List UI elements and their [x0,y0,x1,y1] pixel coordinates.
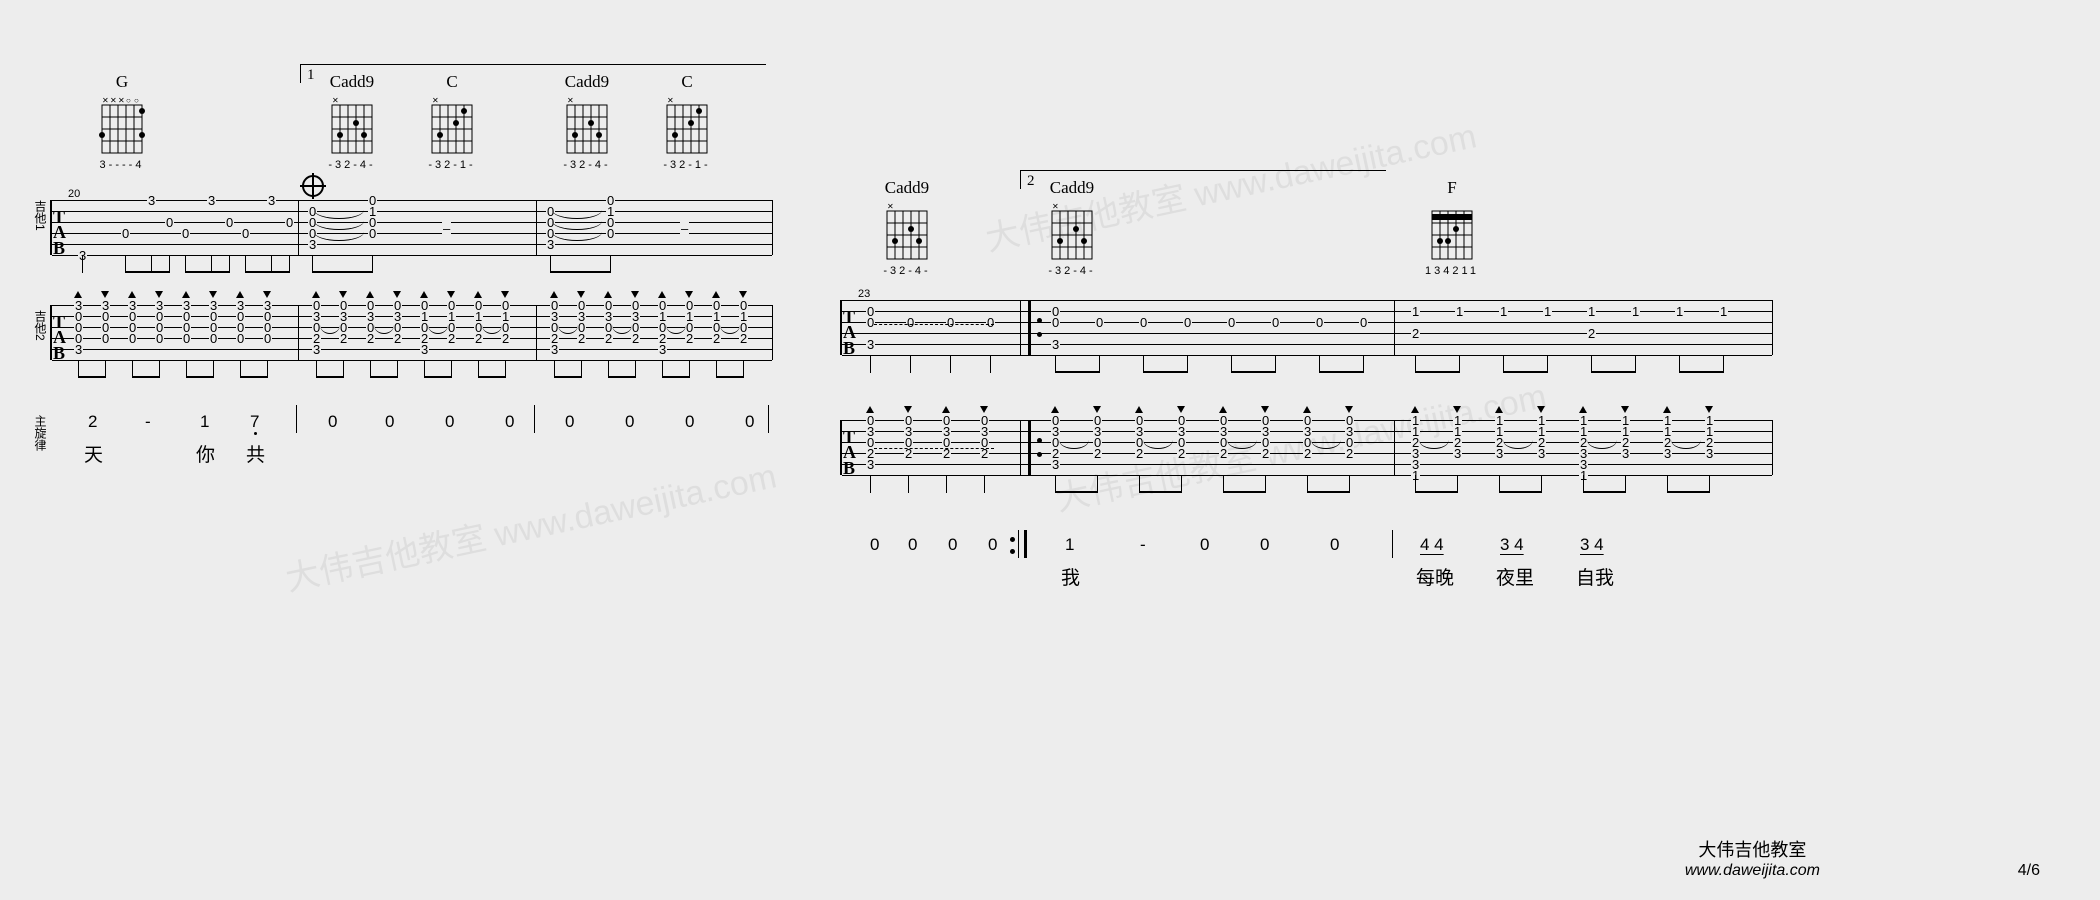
svg-text:✕: ✕ [887,202,894,211]
svg-text:✕: ✕ [102,96,109,105]
tab-staff-g1 [50,200,773,255]
chord-grid-icon: ✕✕✕○○ [96,95,148,157]
mel-barline [296,405,297,433]
chord-Cadd9: Cadd9✕-32-4- [320,72,384,171]
measure-number: 20 [68,188,80,200]
chord-grid-icon [1426,201,1478,263]
svg-text:✕: ✕ [332,96,339,105]
svg-text:✕: ✕ [110,96,117,105]
chord-Cadd9: Cadd9✕-32-4- [1040,178,1104,277]
chord-G: G ✕✕✕○○ 3----4 [90,72,154,171]
svg-text:○: ○ [126,96,131,105]
chord-grid-icon: ✕ [326,95,378,157]
svg-text:✕: ✕ [118,96,125,105]
svg-text:○: ○ [134,96,139,105]
tab-clef-icon: TAB [53,315,66,361]
mel-barline [1018,530,1019,558]
track-label-g1: 吉他1 [32,200,49,231]
chord-grid-icon: ✕ [1046,201,1098,263]
chord-Cadd9: Cadd9✕-32-4- [875,178,939,277]
chord-F: F134211 [1420,178,1484,277]
chord-C: C✕-32-1- [655,72,719,171]
chord-C: C✕-32-1- [420,72,484,171]
mel-barline [1392,530,1393,558]
chord-grid-icon: ✕ [561,95,613,157]
measure-number: 23 [858,288,870,300]
svg-text:✕: ✕ [432,96,439,105]
coda-icon [302,175,324,197]
tab-clef-icon: TAB [843,310,856,356]
page-footer: 大伟吉他教室 www.daweijita.com [1685,836,1820,880]
tab-clef-icon: TAB [53,210,66,256]
chord-grid-icon: ✕ [426,95,478,157]
footer-title: 大伟吉他教室 [1685,836,1820,862]
mel-barline [768,405,769,433]
mel-barline [534,405,535,433]
chord-grid-icon: ✕ [661,95,713,157]
page-number: 4/6 [2018,862,2040,880]
watermark: 大伟吉他教室 www.daweijita.com [280,448,780,600]
tab-clef-icon: TAB [843,430,856,476]
svg-text:✕: ✕ [567,96,574,105]
track-label-mel: 主旋律 [32,415,49,451]
chord-Cadd9: Cadd9✕-32-4- [555,72,619,171]
mel-repeat [1024,530,1027,558]
svg-text:✕: ✕ [1052,202,1059,211]
chord-grid-icon: ✕ [881,201,933,263]
svg-text:✕: ✕ [667,96,674,105]
tab-page: 大伟吉他教室 www.daweijita.com 大伟吉他教室 www.dawe… [0,0,2100,900]
track-label-g2: 吉他2 [32,310,49,341]
footer-site: www.daweijita.com [1685,862,1820,880]
